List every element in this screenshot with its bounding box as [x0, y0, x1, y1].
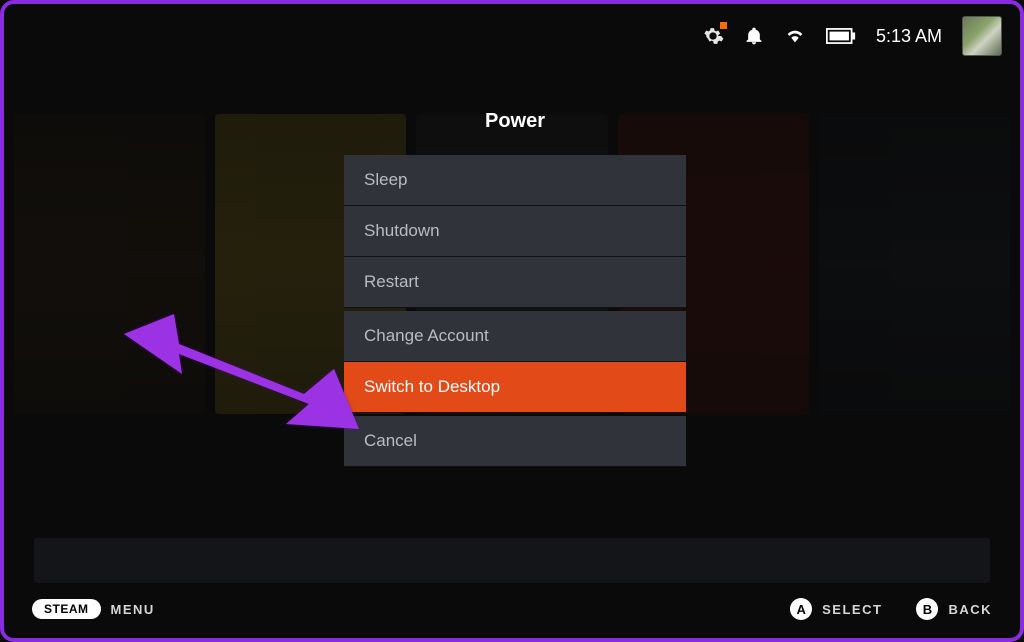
footer-right: A SELECT B BACK — [790, 598, 992, 620]
back-label: BACK — [948, 602, 992, 617]
battery-icon[interactable] — [826, 27, 856, 45]
dialog-title: Power — [344, 110, 686, 133]
game-tile — [819, 114, 1010, 414]
b-button-icon: B — [916, 598, 938, 620]
settings-icon[interactable] — [702, 25, 724, 47]
power-dialog: Power Sleep Shutdown Restart Change Acco… — [344, 110, 686, 467]
avatar[interactable] — [962, 16, 1002, 56]
menu-label: MENU — [111, 602, 155, 617]
menu-item-restart[interactable]: Restart — [344, 257, 686, 308]
menu-item-change-account[interactable]: Change Account — [344, 311, 686, 362]
game-tile — [14, 114, 205, 414]
menu-item-shutdown[interactable]: Shutdown — [344, 206, 686, 257]
menu-item-sleep[interactable]: Sleep — [344, 155, 686, 206]
select-label: SELECT — [822, 602, 882, 617]
power-menu-group-1: Sleep Shutdown Restart — [344, 155, 686, 308]
footer-bar: STEAM MENU A SELECT B BACK — [32, 598, 992, 620]
status-bar: 5:13 AM — [702, 16, 1002, 56]
steam-pill[interactable]: STEAM — [32, 599, 101, 619]
power-menu-group-3: Cancel — [344, 416, 686, 467]
footer-left: STEAM MENU — [32, 599, 155, 619]
menu-item-cancel[interactable]: Cancel — [344, 416, 686, 467]
menu-item-switch-to-desktop[interactable]: Switch to Desktop — [344, 362, 686, 413]
wifi-icon[interactable] — [784, 25, 806, 47]
notification-bell-icon[interactable] — [744, 25, 764, 47]
clock-time: 5:13 AM — [876, 26, 942, 47]
power-menu-group-2: Change Account Switch to Desktop — [344, 311, 686, 413]
bottom-blurb-bar — [34, 538, 990, 583]
a-button-icon: A — [790, 598, 812, 620]
